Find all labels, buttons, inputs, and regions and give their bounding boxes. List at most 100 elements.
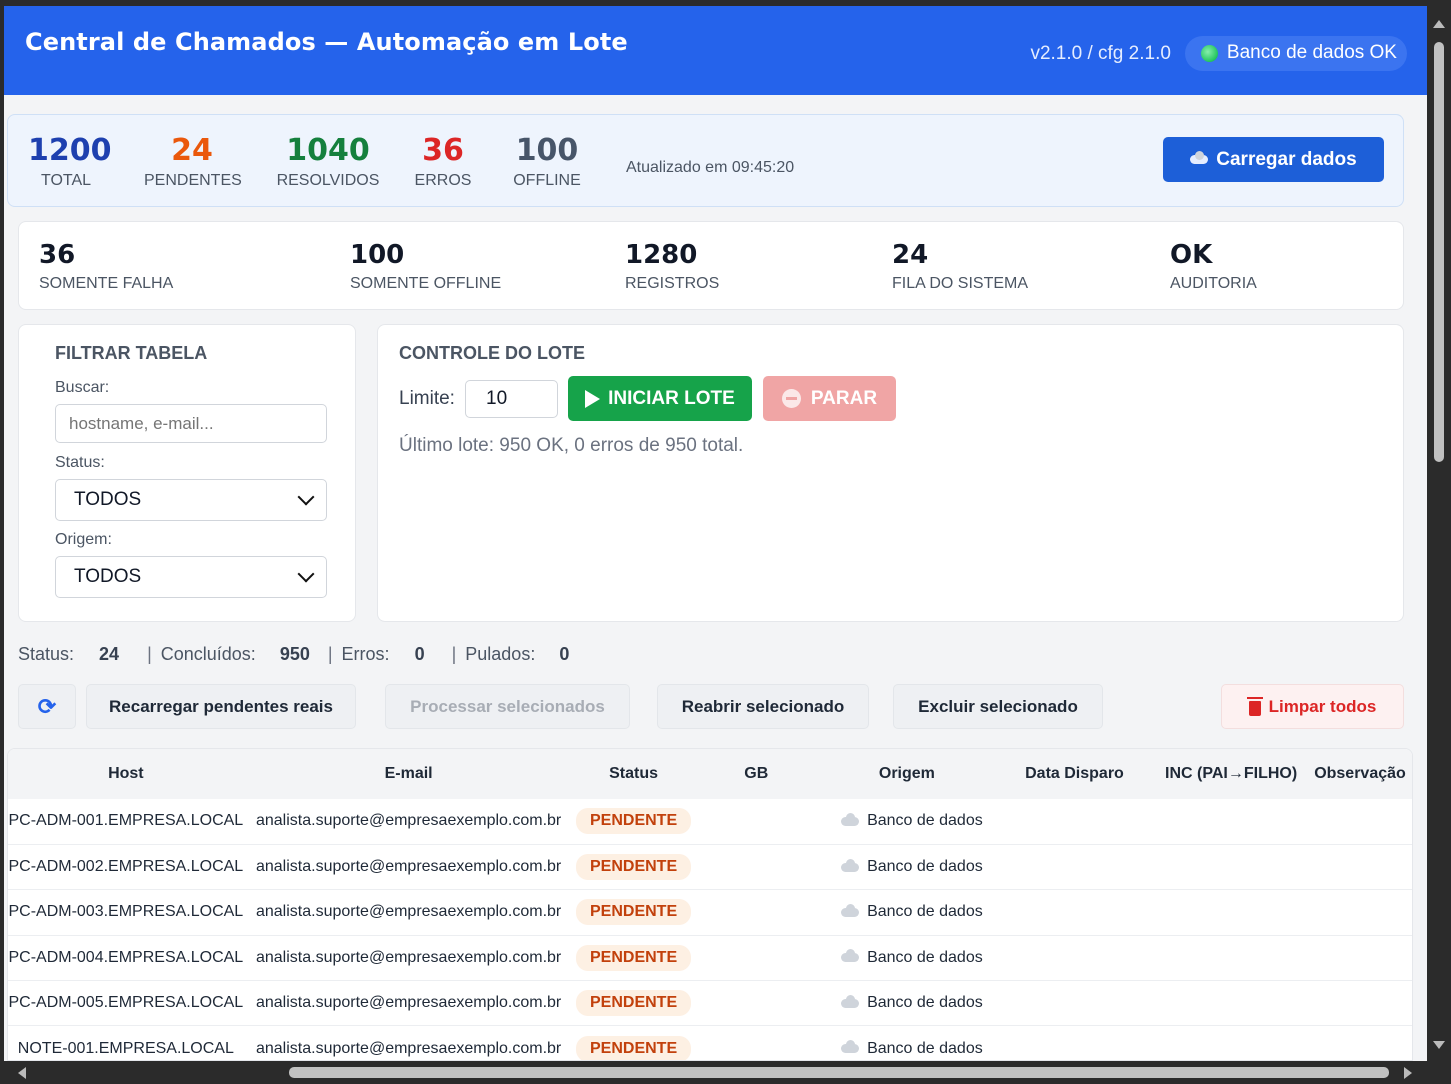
stat-offline: 100 OFFLINE <box>511 134 583 190</box>
table-row[interactable]: NOTE-001.EMPRESA.LOCAL analista.suporte@e… <box>8 1026 1412 1060</box>
updated-timestamp: Atualizado em 09:45:20 <box>626 159 795 176</box>
cell-email: analista.suporte@empresaexemplo.com.br <box>255 994 562 1012</box>
cloud-icon <box>841 994 860 1008</box>
metric-somente-falha: 36 SOMENTE FALHA <box>39 239 173 293</box>
limit-label: Limite: <box>399 388 455 409</box>
cell-data-disparo <box>995 1026 1155 1060</box>
done-value: 950 <box>279 644 310 664</box>
search-label: Buscar: <box>55 379 110 396</box>
scroll-right-icon[interactable] <box>1404 1067 1412 1079</box>
column-header-data-disparo[interactable]: Data Disparo <box>995 749 1155 799</box>
skipped-value: 0 <box>559 644 570 664</box>
vertical-scroll-thumb[interactable] <box>1434 42 1444 462</box>
cell-inc <box>1154 844 1308 889</box>
errors-label: Erros: <box>341 644 390 664</box>
cloud-icon <box>841 903 860 917</box>
cell-inc <box>1154 981 1308 1026</box>
stop-batch-button[interactable]: PARAR <box>763 376 896 421</box>
stat-label: RESOLVIDOS <box>276 172 380 189</box>
stat-value: 24 <box>171 133 213 168</box>
cell-gb <box>694 890 820 935</box>
column-header-host[interactable]: Host <box>8 749 244 799</box>
cell-origem: Banco de dados <box>819 890 995 935</box>
cell-status: PENDENTE <box>574 935 694 980</box>
cell-observacao <box>1308 1026 1412 1060</box>
limit-input[interactable]: 10 <box>465 380 558 418</box>
cell-email: analista.suporte@empresaexemplo.com.br <box>255 948 562 966</box>
clear-all-button[interactable]: Limpar todos <box>1221 684 1404 729</box>
metric-auditoria: OK AUDITORIA <box>1170 239 1257 293</box>
requests-table: Host E-mail Status GB Origem Data Dispar… <box>7 748 1413 1061</box>
cell-data-disparo <box>995 799 1155 844</box>
cell-host: PC-ADM-005.EMPRESA.LOCAL <box>8 994 244 1012</box>
process-selected-button[interactable]: Processar selecionados <box>385 684 630 729</box>
cell-status: PENDENTE <box>574 1026 694 1060</box>
origem-text: Banco de dados <box>867 858 983 876</box>
chevron-down-icon <box>297 488 315 506</box>
metric-value: 24 <box>892 240 929 270</box>
stop-icon <box>781 389 801 408</box>
app-header: Central de Chamados — Automação em Lote … <box>4 6 1427 95</box>
refresh-button[interactable]: ⟳ <box>18 684 76 729</box>
cell-observacao <box>1308 844 1412 889</box>
load-data-button[interactable]: Carregar dados <box>1163 137 1384 182</box>
cell-data-disparo <box>995 890 1155 935</box>
cell-email: analista.suporte@empresaexemplo.com.br <box>255 1039 562 1057</box>
scroll-left-icon[interactable] <box>18 1067 26 1079</box>
table-row[interactable]: PC-ADM-003.EMPRESA.LOCAL analista.suporte… <box>8 890 1412 936</box>
column-header-gb[interactable]: GB <box>694 749 820 799</box>
column-header-email[interactable]: E-mail <box>244 749 574 799</box>
cell-data-disparo <box>995 844 1155 889</box>
scroll-down-icon[interactable] <box>1433 1041 1445 1049</box>
column-header-origem[interactable]: Origem <box>819 749 995 799</box>
cloud-icon <box>841 812 860 826</box>
page-title: Central de Chamados — Automação em Lote <box>25 28 628 56</box>
horizontal-scroll-thumb[interactable] <box>289 1067 1389 1078</box>
cell-gb <box>694 1026 820 1060</box>
stat-value: 100 <box>515 133 579 168</box>
cloud-icon <box>841 949 860 963</box>
cell-host: NOTE-001.EMPRESA.LOCAL <box>17 1039 234 1057</box>
separator: | <box>327 644 333 664</box>
table-row[interactable]: PC-ADM-002.EMPRESA.LOCAL analista.suporte… <box>8 844 1412 890</box>
origem-filter-label: Origem: <box>55 531 112 548</box>
table-row[interactable]: PC-ADM-001.EMPRESA.LOCAL analista.suporte… <box>8 799 1412 845</box>
cell-inc <box>1154 890 1308 935</box>
horizontal-scrollbar[interactable] <box>4 1061 1427 1084</box>
origem-text: Banco de dados <box>867 948 983 966</box>
table-row[interactable]: PC-ADM-004.EMPRESA.LOCAL analista.suporte… <box>8 935 1412 981</box>
stat-label: PENDENTES <box>144 172 242 189</box>
status-badge: PENDENTE <box>575 944 692 971</box>
start-batch-button[interactable]: INICIAR LOTE <box>568 376 752 421</box>
load-data-label: Carregar dados <box>1216 148 1357 170</box>
cloud-icon <box>841 1040 860 1054</box>
column-header-observacao[interactable]: Observação <box>1308 749 1412 799</box>
cell-status: PENDENTE <box>574 981 694 1026</box>
metrics-card: 36 SOMENTE FALHA 100 SOMENTE OFFLINE 128… <box>18 221 1404 310</box>
cell-email: analista.suporte@empresaexemplo.com.br <box>255 903 562 921</box>
search-input[interactable] <box>55 404 327 443</box>
status-select[interactable]: TODOS <box>55 479 327 521</box>
stat-pendentes: 24 PENDENTES <box>144 133 242 190</box>
column-header-status[interactable]: Status <box>574 749 694 799</box>
column-header-inc[interactable]: INC (PAI→FILHO) <box>1154 749 1308 799</box>
stat-label: ERROS <box>414 172 472 189</box>
origem-select[interactable]: TODOS <box>55 556 327 598</box>
reload-pending-button[interactable]: Recarregar pendentes reais <box>86 684 356 729</box>
scroll-up-icon[interactable] <box>1433 20 1445 28</box>
reopen-selected-button[interactable]: Reabrir selecionado <box>657 684 869 729</box>
cell-host: PC-ADM-004.EMPRESA.LOCAL <box>8 948 244 966</box>
delete-selected-button[interactable]: Excluir selecionado <box>893 684 1103 729</box>
status-filter-label: Status: <box>55 454 105 471</box>
vertical-scrollbar[interactable] <box>1427 6 1451 1061</box>
skipped-label: Pulados: <box>465 644 536 664</box>
cell-inc <box>1154 935 1308 980</box>
trash-icon <box>1246 696 1263 716</box>
table-row[interactable]: PC-ADM-005.EMPRESA.LOCAL analista.suporte… <box>8 981 1412 1026</box>
cell-data-disparo <box>995 935 1155 980</box>
metric-label: REGISTROS <box>625 275 720 292</box>
stat-value: 36 <box>422 133 464 168</box>
stat-erros: 36 ERROS <box>413 134 473 190</box>
play-icon <box>585 389 601 408</box>
metric-value: 1280 <box>625 240 698 270</box>
